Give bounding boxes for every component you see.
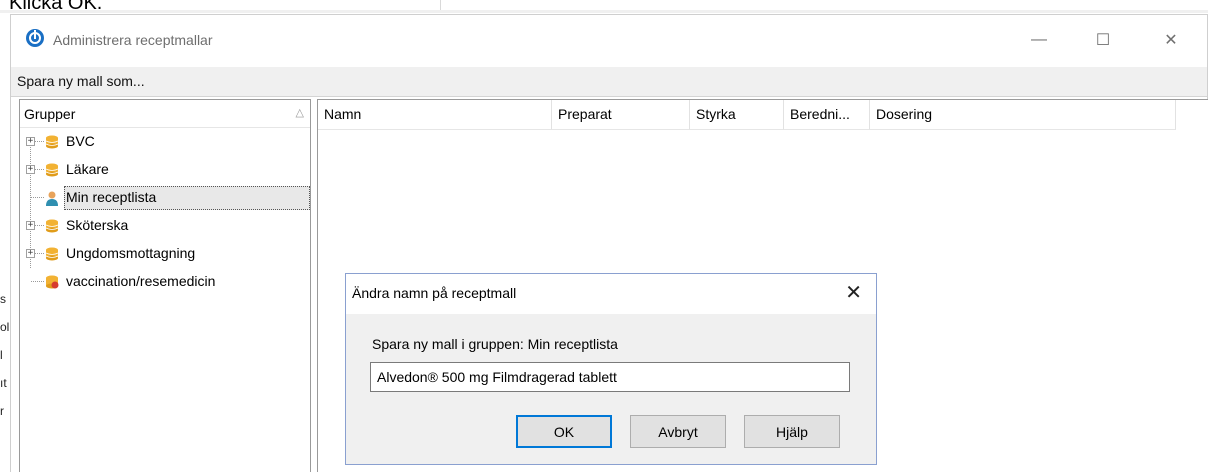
tree-item-lakare[interactable]: + Läkare xyxy=(20,156,310,184)
tree-connector xyxy=(31,197,44,198)
database-alert-icon xyxy=(46,275,59,289)
tree-item-label: Ungdomsmottagning xyxy=(66,245,196,261)
background-fragment: l xyxy=(0,348,3,362)
background-fragment: r xyxy=(0,404,4,418)
rename-template-dialog: Ändra namn på receptmall ✕ Spara ny mall… xyxy=(345,273,877,465)
tree-item-label: BVC xyxy=(66,133,95,149)
database-icon xyxy=(45,163,59,177)
database-icon xyxy=(45,247,59,261)
close-window-button[interactable]: ✕ xyxy=(1151,23,1191,57)
tree-item-ungdomsmottagning[interactable]: + Ungdomsmottagning xyxy=(20,240,310,268)
expand-icon[interactable]: + xyxy=(26,221,35,230)
groups-column-header[interactable]: Grupper △ xyxy=(20,100,310,128)
groups-tree: Grupper △ + BVC + Läkare Min receptlista… xyxy=(19,99,311,472)
tree-item-label: Min receptlista xyxy=(66,189,157,205)
background-fragment: ol xyxy=(0,320,10,334)
ok-button[interactable]: OK xyxy=(516,415,612,448)
sort-ascending-icon[interactable]: △ xyxy=(296,106,304,119)
column-header-styrka[interactable]: Styrka xyxy=(690,100,784,130)
app-logo-icon xyxy=(26,29,44,47)
tree-connector xyxy=(31,281,44,282)
minimize-button[interactable]: — xyxy=(1019,23,1059,57)
expand-icon[interactable]: + xyxy=(26,165,35,174)
column-header-preparat[interactable]: Preparat xyxy=(552,100,690,130)
help-button[interactable]: Hjälp xyxy=(744,415,840,448)
column-header-dosering[interactable]: Dosering xyxy=(870,100,1176,130)
template-name-input[interactable] xyxy=(370,362,850,392)
background-fragment: s xyxy=(0,292,6,306)
user-icon xyxy=(46,191,58,206)
tree-connector xyxy=(35,253,44,254)
tree-item-vaccination-resemedicin[interactable]: vaccination/resemedicin xyxy=(20,268,310,296)
database-icon xyxy=(45,135,59,149)
cancel-button[interactable]: Avbryt xyxy=(630,415,726,448)
column-header-beredning[interactable]: Beredni... xyxy=(784,100,870,130)
tree-connector xyxy=(35,169,44,170)
tree-item-label: Läkare xyxy=(66,161,109,177)
tree-item-skoterska[interactable]: + Sköterska xyxy=(20,212,310,240)
tree-item-bvc[interactable]: + BVC xyxy=(20,128,310,156)
save-in-group-label: Spara ny mall i gruppen: Min receptlista xyxy=(372,336,618,352)
groups-header-label: Grupper xyxy=(24,106,76,122)
background-strip xyxy=(0,10,1208,13)
column-header-namn[interactable]: Namn xyxy=(318,100,552,130)
maximize-button[interactable]: ☐ xyxy=(1083,23,1123,57)
tree-item-label: vaccination/resemedicin xyxy=(66,273,216,289)
dialog-title: Ändra namn på receptmall xyxy=(352,285,517,301)
database-icon xyxy=(45,219,59,233)
expand-icon[interactable]: + xyxy=(26,137,35,146)
tree-item-min-receptlista[interactable]: Min receptlista xyxy=(20,184,310,212)
toolbar: Spara ny mall som... xyxy=(11,67,1207,97)
save-new-template-as-button[interactable]: Spara ny mall som... xyxy=(17,73,145,89)
dialog-close-button[interactable]: ✕ xyxy=(845,280,862,305)
window-title: Administrera receptmallar xyxy=(53,32,213,48)
window-titlebar[interactable]: Administrera receptmallar — ☐ ✕ xyxy=(11,15,1207,67)
background-fragment: ıt xyxy=(0,376,7,390)
tree-connector xyxy=(35,141,44,142)
expand-icon[interactable]: + xyxy=(26,249,35,258)
dialog-titlebar[interactable]: Ändra namn på receptmall ✕ xyxy=(346,274,876,314)
tree-connector xyxy=(35,225,44,226)
tree-item-label: Sköterska xyxy=(66,217,129,233)
